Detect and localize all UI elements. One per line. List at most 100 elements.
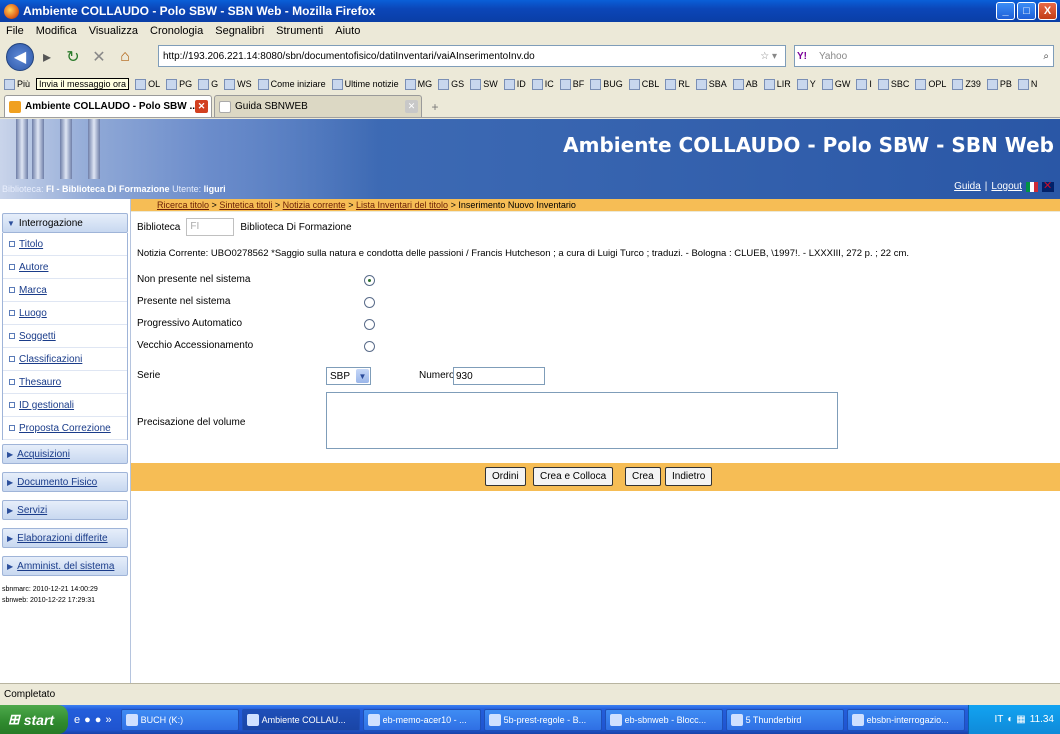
stop-icon[interactable]: ✕ [86, 44, 112, 70]
tab-ambiente-collaudo[interactable]: Ambiente COLLAUDO - Polo SBW ... ✕ [4, 95, 212, 117]
bookmark-item[interactable]: SBA [695, 78, 727, 90]
search-bar[interactable]: Y! Yahoo ⌕ [794, 45, 1054, 67]
bookmark-item[interactable]: N [1017, 78, 1037, 90]
sidebar-item-label[interactable]: Thesauro [19, 377, 61, 388]
back-button[interactable]: ◀ [6, 43, 34, 71]
reload-icon[interactable]: ↻ [60, 44, 86, 70]
breadcrumb-ricerca-titolo[interactable]: Ricerca titolo [157, 200, 209, 210]
breadcrumb-notizia-corrente[interactable]: Notizia corrente [283, 200, 346, 210]
crea-e-colloca-button[interactable]: Crea e Colloca [533, 467, 614, 486]
url-bar[interactable]: http://193.206.221.14:8080/sbn/documento… [158, 45, 786, 67]
tab-close-icon[interactable]: ✕ [195, 100, 208, 113]
bookmark-item[interactable]: ID [503, 78, 526, 90]
bookmark-item[interactable]: Come iniziare [257, 78, 326, 90]
bookmark-star-icon[interactable]: ☆ ▾ [760, 51, 777, 62]
precisazione-textarea[interactable] [326, 392, 838, 449]
minimize-button[interactable]: _ [996, 2, 1015, 20]
sidebar-item-proposta-correzione[interactable]: Proposta Correzione [3, 417, 127, 440]
section-label[interactable]: Servizi [17, 505, 47, 516]
sidebar-item-label[interactable]: Autore [19, 262, 48, 273]
home-icon[interactable]: ⌂ [112, 44, 138, 70]
menu-strumenti[interactable]: Strumenti [276, 25, 323, 37]
italian-flag-icon[interactable] [1026, 181, 1038, 192]
sidebar-item-marca[interactable]: Marca [3, 279, 127, 302]
bookmark-item[interactable]: RL [665, 78, 690, 90]
bookmark-item[interactable]: Z39 [952, 78, 981, 90]
section-label[interactable]: Documento Fisico [17, 477, 97, 488]
taskbar-item[interactable]: eb-memo-acer10 - ... [362, 708, 481, 731]
sidebar-section-elaborazioni-differite[interactable]: ▶ Elaborazioni differite [2, 528, 128, 548]
menu-visualizza[interactable]: Visualizza [89, 25, 138, 37]
maximize-button[interactable]: □ [1017, 2, 1036, 20]
sidebar-item-label[interactable]: Proposta Correzione [19, 423, 111, 434]
tab-close-icon[interactable]: ✕ [405, 100, 418, 113]
crea-button[interactable]: Crea [625, 467, 661, 486]
section-label[interactable]: Elaborazioni differite [17, 533, 107, 544]
serie-select[interactable]: SBP ▼ [326, 367, 371, 385]
sidebar-item-classificazioni[interactable]: Classificazioni [3, 348, 127, 371]
bookmark-item[interactable]: BF [559, 78, 584, 90]
bookmark-item[interactable]: PB [986, 78, 1012, 90]
taskbar-item[interactable]: BUCH (K:) [120, 708, 239, 731]
sidebar-item-label[interactable]: ID gestionali [19, 400, 74, 411]
menu-cronologia[interactable]: Cronologia [150, 25, 203, 37]
logout-link[interactable]: Logout [991, 181, 1022, 192]
section-label[interactable]: Acquisizioni [17, 449, 70, 460]
bookmark-item[interactable]: G [198, 78, 218, 90]
section-label[interactable]: Amminist. del sistema [17, 561, 114, 572]
bookmark-item[interactable]: SBC [877, 78, 909, 90]
radio-presente[interactable] [364, 297, 375, 308]
close-button[interactable]: X [1038, 2, 1057, 20]
bookmark-item[interactable]: WS [224, 78, 252, 90]
bookmark-item[interactable]: CBL [628, 78, 659, 90]
taskbar-item[interactable]: eb-sbnweb - Blocc... [604, 708, 723, 731]
radio-progressivo[interactable] [364, 319, 375, 330]
taskbar-item[interactable]: 5b-prest-regole - B... [483, 708, 602, 731]
taskbar-item[interactable]: Ambiente COLLAU... [241, 708, 360, 731]
thunderbird-quick-icon[interactable]: ● [95, 714, 102, 726]
sidebar-item-label[interactable]: Classificazioni [19, 354, 82, 365]
firefox-quick-icon[interactable]: ● [84, 714, 91, 726]
bookmark-item[interactable]: PG [166, 78, 192, 90]
bookmark-item[interactable]: SW [470, 78, 498, 90]
sidebar-item-label[interactable]: Titolo [19, 239, 43, 250]
yahoo-icon[interactable]: Y! [797, 51, 807, 62]
sidebar-item-id-gestionali[interactable]: ID gestionali [3, 394, 127, 417]
forward-button[interactable]: ▸ [34, 44, 60, 70]
radio-vecchio[interactable] [364, 341, 375, 352]
bookmark-item[interactable]: BUG [590, 78, 623, 90]
tab-guida-sbnweb[interactable]: Guida SBNWEB ✕ [214, 95, 422, 117]
sidebar-item-luogo[interactable]: Luogo [3, 302, 127, 325]
numero-input[interactable]: 930 [453, 367, 545, 385]
guida-link[interactable]: Guida [954, 181, 981, 192]
bookmark-item[interactable]: GS [438, 78, 464, 90]
menu-modifica[interactable]: Modifica [36, 25, 77, 37]
tray-icons[interactable]: ◐ ▦ [1007, 714, 1025, 725]
sidebar-section-interrogazione[interactable]: ▼ Interrogazione [2, 213, 128, 233]
sidebar-item-soggetti[interactable]: Soggetti [3, 325, 127, 348]
bookmark-item[interactable]: MG [404, 78, 432, 90]
indietro-button[interactable]: Indietro [665, 467, 713, 486]
bookmark-item[interactable]: I [856, 78, 872, 90]
sidebar-item-titolo[interactable]: Titolo [3, 233, 127, 256]
menu-file[interactable]: File [6, 25, 24, 37]
bookmark-item[interactable]: AB [732, 78, 758, 90]
sidebar-section-amminist-sistema[interactable]: ▶ Amminist. del sistema [2, 556, 128, 576]
new-tab-button[interactable]: + [424, 97, 446, 117]
bookmark-more[interactable]: Più [4, 78, 30, 90]
taskbar-item[interactable]: 5 Thunderbird [725, 708, 844, 731]
quick-launch-more-icon[interactable]: » [105, 714, 111, 726]
ie-icon[interactable]: e [74, 714, 80, 726]
sidebar-section-acquisizioni[interactable]: ▶ Acquisizioni [2, 444, 128, 464]
bookmark-item[interactable]: IC [531, 78, 554, 90]
sidebar-item-label[interactable]: Soggetti [19, 331, 56, 342]
bookmark-item[interactable]: Y [796, 78, 816, 90]
ordini-button[interactable]: Ordini [485, 467, 526, 486]
bookmark-item[interactable]: Ultime notizie [331, 78, 399, 90]
sidebar-section-documento-fisico[interactable]: ▶ Documento Fisico [2, 472, 128, 492]
sidebar-section-servizi[interactable]: ▶ Servizi [2, 500, 128, 520]
bookmark-item[interactable]: OPL [915, 78, 946, 90]
sidebar-item-label[interactable]: Marca [19, 285, 47, 296]
menu-segnalibri[interactable]: Segnalibri [215, 25, 264, 37]
search-icon[interactable]: ⌕ [1043, 51, 1049, 62]
